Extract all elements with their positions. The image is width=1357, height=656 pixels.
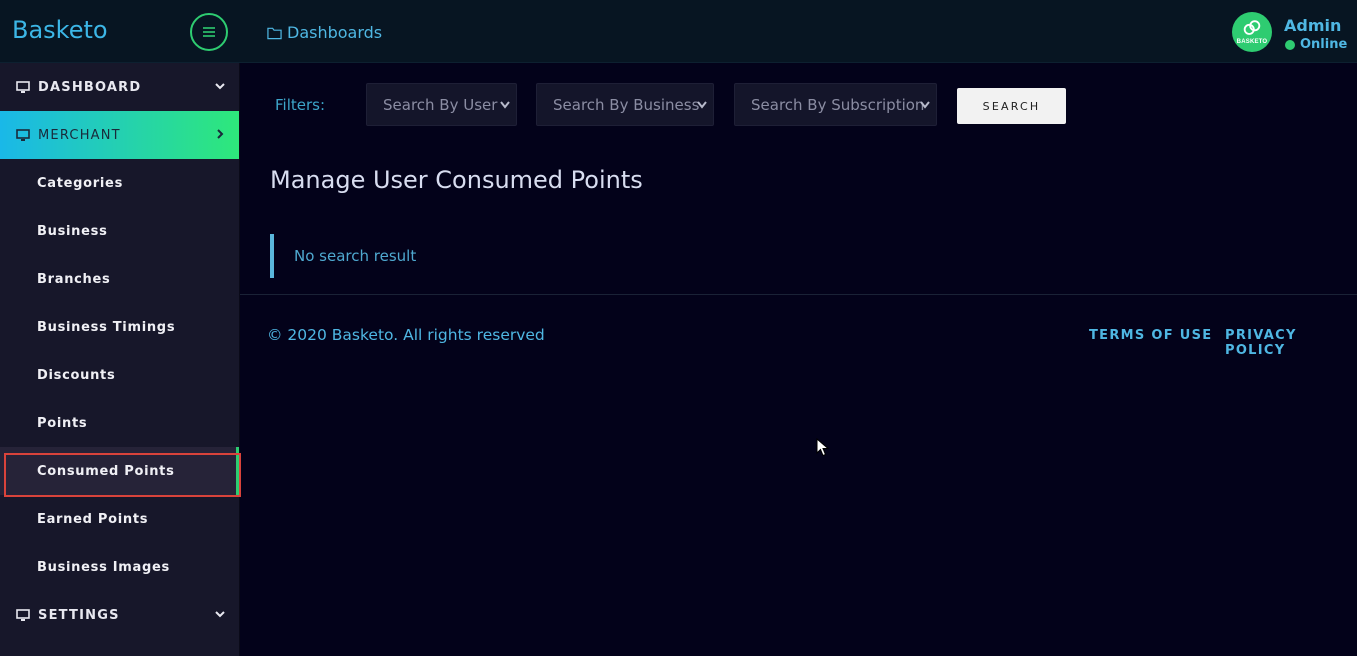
sidebar-item-earned-points[interactable]: Earned Points <box>0 495 240 543</box>
sidebar-divider <box>239 63 240 656</box>
user-status-label: Online <box>1300 37 1348 52</box>
breadcrumb[interactable]: Dashboards <box>267 23 382 42</box>
sidebar-section-label: MERCHANT <box>38 127 121 143</box>
sidebar-section-label: DASHBOARD <box>38 79 142 95</box>
terms-of-use-link[interactable]: TERMS OF USE <box>1089 328 1212 343</box>
sidebar: DASHBOARD MERCHANT Categories Business B… <box>0 63 240 656</box>
basketo-logo-icon <box>1243 20 1261 35</box>
chevron-down-icon <box>215 83 225 90</box>
mouse-cursor-icon <box>816 438 830 457</box>
sidebar-section-merchant[interactable]: MERCHANT <box>0 111 240 159</box>
user-name[interactable]: Admin <box>1284 16 1341 35</box>
sidebar-item-business-timings[interactable]: Business Timings <box>0 303 240 351</box>
sidebar-section-label: SETTINGS <box>38 607 120 623</box>
business-select-value: Search By Business <box>553 95 700 114</box>
avatar[interactable]: BASKETO <box>1232 12 1272 52</box>
subscription-select-value: Search By Subscription <box>751 95 925 114</box>
sidebar-item-branches[interactable]: Branches <box>0 255 240 303</box>
footer-copyright: © 2020 Basketo. All rights reserved <box>267 326 545 344</box>
active-indicator <box>236 447 239 495</box>
monitor-icon <box>16 608 30 621</box>
filters-label: Filters: <box>275 96 326 114</box>
brand-logo[interactable]: Basketo <box>12 16 108 44</box>
chevron-down-icon <box>500 101 510 109</box>
user-select-value: Search By User <box>383 95 498 114</box>
chevron-down-icon <box>920 101 930 109</box>
sidebar-section-dashboard[interactable]: DASHBOARD <box>0 63 240 111</box>
avatar-logo-text: BASKETO <box>1236 39 1268 45</box>
monitor-icon <box>16 128 30 141</box>
folder-icon <box>267 27 282 39</box>
empty-state-notice: No search result <box>270 234 870 278</box>
hamburger-icon <box>203 27 215 37</box>
sidebar-item-categories[interactable]: Categories <box>0 159 240 207</box>
sidebar-item-consumed-points[interactable]: Consumed Points <box>0 447 240 495</box>
chevron-down-icon <box>215 611 225 618</box>
chevron-down-icon <box>697 101 707 109</box>
sidebar-item-business-images[interactable]: Business Images <box>0 543 240 591</box>
sidebar-item-business[interactable]: Business <box>0 207 240 255</box>
privacy-policy-link[interactable]: PRIVACY POLICY <box>1225 328 1357 358</box>
sidebar-item-points[interactable]: Points <box>0 399 240 447</box>
top-bar: Basketo Dashboards BASKETO Admin Online <box>0 0 1357 63</box>
page-title: Manage User Consumed Points <box>270 166 643 194</box>
sidebar-item-discounts[interactable]: Discounts <box>0 351 240 399</box>
user-status: Online <box>1285 37 1347 52</box>
breadcrumb-label: Dashboards <box>287 23 383 42</box>
search-button[interactable]: SEARCH <box>957 88 1066 124</box>
user-select[interactable]: Search By User <box>366 83 517 126</box>
online-dot-icon <box>1285 39 1295 50</box>
subscription-select[interactable]: Search By Subscription <box>734 83 937 126</box>
business-select[interactable]: Search By Business <box>536 83 714 126</box>
menu-toggle-button[interactable] <box>190 13 228 51</box>
sidebar-section-settings[interactable]: SETTINGS <box>0 591 240 639</box>
chevron-right-icon <box>217 129 224 139</box>
monitor-icon <box>16 80 30 93</box>
empty-state-text: No search result <box>294 247 417 265</box>
footer-divider <box>240 294 1357 295</box>
